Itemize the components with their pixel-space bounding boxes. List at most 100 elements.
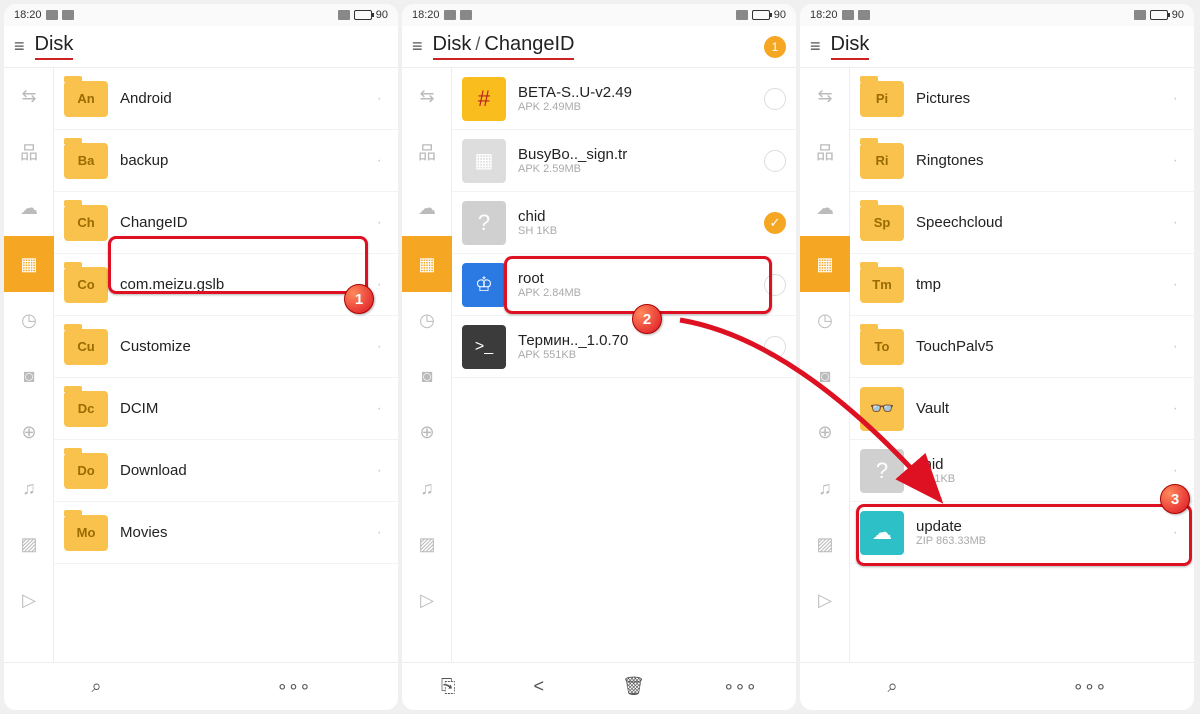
more-icon[interactable]: · [377,400,382,418]
file-name: DCIM [120,400,371,417]
hamburger-icon[interactable]: ≡ [14,36,25,57]
search-icon[interactable]: ⌕ [92,676,102,697]
list-row[interactable]: Tmtmp· [850,254,1194,316]
rail-storage-icon[interactable]: ▦ [4,236,54,292]
list-row[interactable]: SpSpeechcloud· [850,192,1194,254]
folder-icon: Co [64,267,108,303]
file-meta: APK 2.84MB [518,287,764,299]
rail-usb-icon[interactable]: ⇆ [4,68,54,124]
breadcrumb[interactable]: Disk/ChangeID [433,33,575,60]
rail-usb-icon[interactable]: ⇆ [800,68,850,124]
rail-video-icon[interactable]: ▷ [402,572,452,628]
battery-pct: 90 [774,9,786,21]
more-icon[interactable]: · [1173,152,1178,170]
more-icon[interactable]: · [377,90,382,108]
rail-network-icon[interactable]: 品 [800,124,850,180]
more-menu-icon[interactable]: ∘∘∘ [723,676,757,697]
select-circle[interactable] [764,336,786,358]
rail-cloud-icon[interactable]: ☁ [800,180,850,236]
rail-download-icon[interactable]: ⊕ [800,404,850,460]
sidebar-rail: ⇆ 品 ☁ ▦ ◷ ◙ ⊕ ♫ ▨ ▷ [4,68,54,662]
list-row[interactable]: Cocom.meizu.gslb· [54,254,398,316]
more-icon[interactable]: · [377,524,382,542]
rail-camera-icon[interactable]: ◙ [4,348,54,404]
rail-image-icon[interactable]: ▨ [402,516,452,572]
more-icon[interactable]: · [1173,214,1178,232]
select-circle[interactable] [764,150,786,172]
rail-download-icon[interactable]: ⊕ [402,404,452,460]
list-row[interactable]: AnAndroid· [54,68,398,130]
rail-camera-icon[interactable]: ◙ [800,348,850,404]
list-row[interactable]: ☁updateZIP 863.33MB· [850,502,1194,564]
list-row[interactable]: >_Термин.._1.0.70APK 551KB [452,316,796,378]
more-icon[interactable]: · [377,338,382,356]
more-icon[interactable]: · [1173,338,1178,356]
more-icon[interactable]: · [1173,462,1178,480]
rail-recent-icon[interactable]: ◷ [402,292,452,348]
list-row[interactable]: ♔rootAPK 2.84MB [452,254,796,316]
list-row[interactable]: DoDownload· [54,440,398,502]
file-name: backup [120,152,371,169]
rail-network-icon[interactable]: 品 [402,124,452,180]
list-row[interactable]: CuCustomize· [54,316,398,378]
rail-cloud-icon[interactable]: ☁ [4,180,54,236]
rail-video-icon[interactable]: ▷ [800,572,850,628]
more-icon[interactable]: · [1173,90,1178,108]
more-icon[interactable]: · [377,214,382,232]
more-icon[interactable]: · [1173,524,1178,542]
rail-recent-icon[interactable]: ◷ [4,292,54,348]
file-list: #BETA-S..U-v2.49APK 2.49MB ▦BusyBo.._sig… [452,68,796,662]
hamburger-icon[interactable]: ≡ [810,36,821,57]
rail-camera-icon[interactable]: ◙ [402,348,452,404]
breadcrumb-sep-icon: / [475,34,480,54]
rail-music-icon[interactable]: ♫ [800,460,850,516]
more-menu-icon[interactable]: ∘∘∘ [1073,676,1107,697]
breadcrumb-root[interactable]: Disk [35,33,74,60]
select-circle[interactable] [764,274,786,296]
rail-network-icon[interactable]: 品 [4,124,54,180]
rail-storage-icon[interactable]: ▦ [402,236,452,292]
list-row[interactable]: ToTouchPalv5· [850,316,1194,378]
search-icon[interactable]: ⌕ [888,676,898,697]
share-icon[interactable]: < [534,676,545,697]
folder-icon: Cu [64,329,108,365]
list-row[interactable]: PiPictures· [850,68,1194,130]
more-icon[interactable]: · [377,276,382,294]
more-icon[interactable]: · [1173,276,1178,294]
rail-download-icon[interactable]: ⊕ [4,404,54,460]
list-row[interactable]: DcDCIM· [54,378,398,440]
list-row[interactable]: 👓Vault· [850,378,1194,440]
folder-icon: Ri [860,143,904,179]
list-row-changeid[interactable]: ChChangeID· [54,192,398,254]
rail-image-icon[interactable]: ▨ [4,516,54,572]
folder-icon: Sp [860,205,904,241]
rail-usb-icon[interactable]: ⇆ [402,68,452,124]
list-row-chid[interactable]: ?chidSH 1KB✓ [452,192,796,254]
rail-music-icon[interactable]: ♫ [402,460,452,516]
more-icon[interactable]: · [1173,400,1178,418]
move-icon[interactable]: ⎘ [441,676,455,697]
hamburger-icon[interactable]: ≡ [412,36,423,57]
rail-image-icon[interactable]: ▨ [800,516,850,572]
more-icon[interactable]: · [377,462,382,480]
select-circle-checked[interactable]: ✓ [764,212,786,234]
rail-music-icon[interactable]: ♫ [4,460,54,516]
clock: 18:20 [14,9,42,21]
list-row[interactable]: MoMovies· [54,502,398,564]
list-row[interactable]: RiRingtones· [850,130,1194,192]
rail-storage-icon[interactable]: ▦ [800,236,850,292]
list-row[interactable]: #BETA-S..U-v2.49APK 2.49MB [452,68,796,130]
rail-cloud-icon[interactable]: ☁ [402,180,452,236]
list-row[interactable]: ▦BusyBo.._sign.trAPK 2.59MB [452,130,796,192]
delete-icon[interactable]: 🗑 [622,676,645,697]
more-menu-icon[interactable]: ∘∘∘ [277,676,311,697]
breadcrumb-root[interactable]: Disk [831,33,870,60]
select-circle[interactable] [764,88,786,110]
rail-recent-icon[interactable]: ◷ [800,292,850,348]
folder-icon: Pi [860,81,904,117]
status-bar: 18:20 90 [402,4,796,26]
rail-video-icon[interactable]: ▷ [4,572,54,628]
list-row[interactable]: Babackup· [54,130,398,192]
more-icon[interactable]: · [377,152,382,170]
list-row-chid[interactable]: ?chidSH 1KB· [850,440,1194,502]
